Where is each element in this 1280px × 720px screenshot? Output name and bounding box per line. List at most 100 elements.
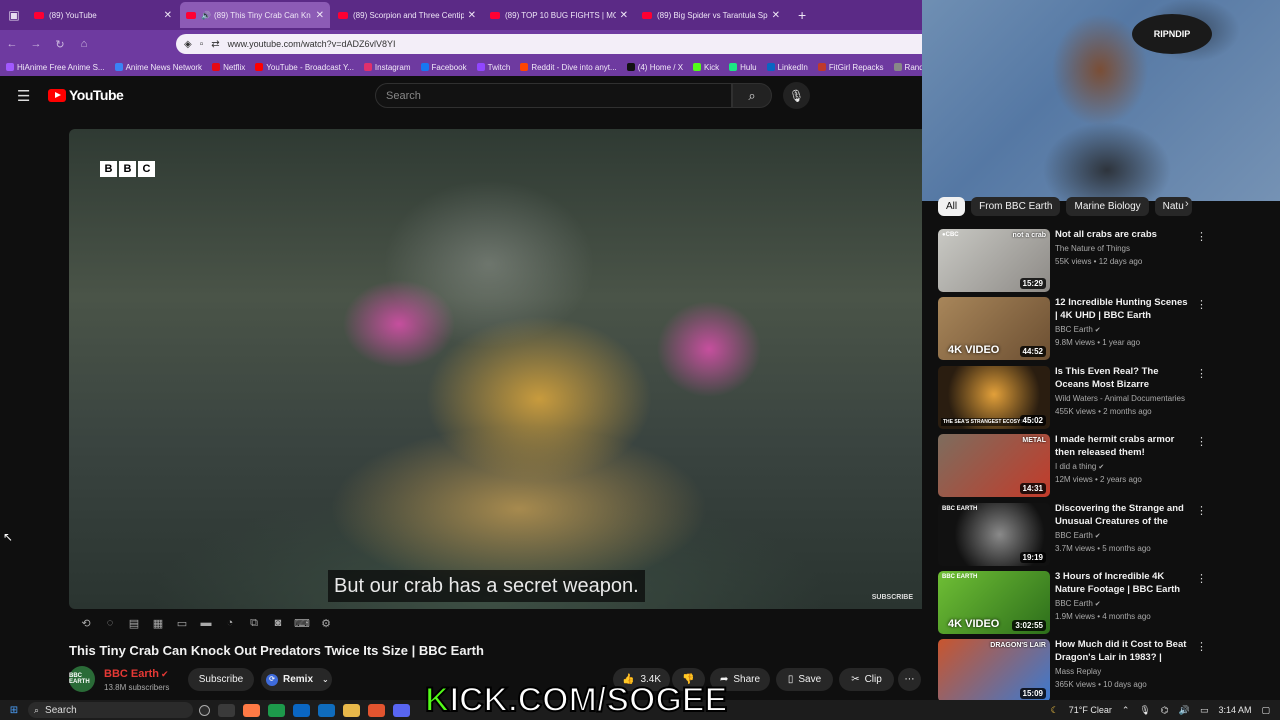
video-thumbnail[interactable]: ●CBC not a crab 15:29 <box>938 229 1050 292</box>
video-thumbnail[interactable]: 4K VIDEO 44:52 <box>938 297 1050 360</box>
weather-icon[interactable]: ☾ <box>1051 705 1059 716</box>
back-arrow-icon[interactable]: ← <box>0 38 24 50</box>
lock-icon[interactable]: ▫ <box>200 39 204 50</box>
recommended-video[interactable]: 4K VIDEO 44:52 12 Incredible Hunting Scene… <box>938 297 1208 361</box>
close-tab-icon[interactable]: ✕ <box>772 10 780 21</box>
bookmark-item[interactable]: FitGirl Repacks <box>817 63 884 72</box>
more-vertical-icon[interactable]: ⋮ <box>1196 640 1207 653</box>
recommended-video[interactable]: ●CBC not a crab 15:29 Not all crabs are cra… <box>938 229 1208 293</box>
bookmark-item[interactable]: Netflix <box>212 63 245 72</box>
subscribe-button[interactable]: Subscribe <box>188 668 254 691</box>
bookmark-item[interactable]: Hulu <box>729 63 757 72</box>
close-tab-icon[interactable]: ✕ <box>468 10 476 21</box>
more-vertical-icon[interactable]: ⋮ <box>1196 298 1207 311</box>
microphone-icon[interactable]: 🎙 <box>1139 705 1150 716</box>
tab[interactable]: (89) Scorpion and Three Centip ✕ <box>332 2 482 28</box>
recommended-video[interactable]: THE SEA'S STRANGEST ECOSYSTEM 45:02 Is Thi… <box>938 366 1208 430</box>
recommended-title[interactable]: Discovering the Strange and Unusual Crea… <box>1055 502 1191 529</box>
video-thumbnail[interactable]: BBC EARTH 19:19 <box>938 503 1050 566</box>
youtube-logo[interactable]: YouTube <box>48 87 124 103</box>
discord-icon[interactable] <box>393 703 410 717</box>
recommended-channel[interactable]: Mass Replay <box>1055 667 1195 676</box>
recommended-video[interactable]: BBC EARTH 4K VIDEO 3:02:55 3 Hours of Incre… <box>938 571 1208 635</box>
chip-marine-biology[interactable]: Marine Biology <box>1066 196 1149 216</box>
recommended-title[interactable]: 12 Incredible Hunting Scenes | 4K UHD | … <box>1055 296 1191 322</box>
task-view-icon[interactable] <box>218 703 235 717</box>
recommended-title[interactable]: How Much did it Cost to Beat Dragon's La… <box>1055 638 1191 665</box>
windows-start-icon[interactable]: ⊞ <box>0 705 28 716</box>
close-tab-icon[interactable]: ✕ <box>620 10 628 21</box>
tray-chevron-icon[interactable]: ⌃ <box>1122 705 1130 716</box>
popout-icon[interactable]: ⧉ <box>242 617 266 630</box>
recommended-title[interactable]: Is This Even Real? The Oceans Most Bizar… <box>1055 365 1191 392</box>
tab[interactable]: (89) YouTube ✕ <box>28 2 178 28</box>
more-vertical-icon[interactable]: ⋮ <box>1196 435 1207 448</box>
clock[interactable]: 3:14 AM <box>1218 705 1251 715</box>
volume-icon[interactable]: 🔊 <box>1179 705 1190 716</box>
recommended-video[interactable]: BBC EARTH 19:19 Discovering the Strange an… <box>938 503 1208 567</box>
outlook-icon[interactable] <box>318 703 335 717</box>
mini-player-icon[interactable]: ▬ <box>194 617 218 630</box>
weather-text[interactable]: 71°F Clear <box>1069 705 1112 715</box>
video-thumbnail[interactable]: THE SEA'S STRANGEST ECOSYSTEM 45:02 <box>938 366 1050 429</box>
firefox-icon[interactable] <box>243 703 260 717</box>
save-button[interactable]: ▯ Save <box>776 668 833 691</box>
video-thumbnail[interactable]: DRAGON'S LAIR 15:09 <box>938 639 1050 702</box>
video-thumbnail[interactable]: METAL 14:31 <box>938 434 1050 497</box>
settings-gear-icon[interactable]: ⚙ <box>314 617 338 630</box>
screenshot-icon[interactable]: ◙ <box>266 617 290 630</box>
channel-avatar[interactable]: BBC EARTH <box>69 666 95 692</box>
taskbar-search-input[interactable]: ⌕ Search <box>28 702 193 718</box>
recommended-channel[interactable]: BBC Earth ✔ <box>1055 325 1195 334</box>
recommended-channel[interactable]: I did a thing ✔ <box>1055 462 1195 471</box>
new-tab-button[interactable]: + <box>798 7 806 23</box>
tab[interactable]: (89) Big Spider vs Tarantula Spi ✕ <box>636 2 786 28</box>
more-vertical-icon[interactable]: ⋮ <box>1196 572 1207 585</box>
window-icon[interactable]: ▭ <box>170 617 194 630</box>
bookmark-item[interactable]: Twitch <box>476 63 510 72</box>
bookmark-item[interactable]: LinkedIn <box>766 63 808 72</box>
speed-icon[interactable]: ◔ <box>218 617 242 630</box>
chevron-right-icon[interactable]: › <box>1185 198 1189 210</box>
bookmark-item[interactable]: Reddit - Dive into anyt... <box>520 63 617 72</box>
reload-icon[interactable]: ↻ <box>48 38 72 51</box>
search-input[interactable]: Search <box>375 83 732 108</box>
more-vertical-icon[interactable]: ⋮ <box>1196 367 1207 380</box>
battery-icon[interactable]: ▭ <box>1200 705 1209 716</box>
playlist-icon[interactable]: ▤ <box>122 617 146 630</box>
more-actions-button[interactable]: ⋯ <box>898 668 921 691</box>
shield-icon[interactable]: ◈ <box>184 39 192 50</box>
more-vertical-icon[interactable]: ⋮ <box>1196 230 1207 243</box>
recommended-channel[interactable]: Wild Waters - Animal Documentaries <box>1055 394 1195 403</box>
bookmark-item[interactable]: YouTube - Broadcast Y... <box>255 63 354 72</box>
bookmark-item[interactable]: Facebook <box>420 63 467 72</box>
forward-arrow-icon[interactable]: → <box>24 38 48 50</box>
menu-icon[interactable]: ☰ <box>17 87 30 105</box>
voice-search-button[interactable]: 🎙 <box>783 82 810 109</box>
remix-button[interactable]: ⟳ Remix ⌄ <box>261 668 332 691</box>
bookmark-item[interactable]: Kick <box>693 63 719 72</box>
recommended-title[interactable]: Not all crabs are crabs <box>1055 228 1191 241</box>
chip-all[interactable]: All <box>938 196 966 216</box>
bookmark-item[interactable]: (4) Home / X <box>626 63 683 72</box>
recommended-title[interactable]: I made hermit crabs armor then released … <box>1055 433 1191 459</box>
bookmark-item[interactable]: HiAnime Free Anime S... <box>6 63 105 72</box>
bookmark-item[interactable]: Instagram <box>363 63 411 72</box>
recommended-video[interactable]: DRAGON'S LAIR 15:09 How Much did it Cost t… <box>938 639 1208 703</box>
network-icon[interactable]: ⌬ <box>1161 705 1169 716</box>
tab-active[interactable]: 🔊 (89) This Tiny Crab Can Kn ✕ <box>180 2 330 28</box>
tab-menu-icon[interactable]: ▣ <box>0 0 28 30</box>
search-button[interactable]: ⌕ <box>732 83 772 108</box>
browser-icon[interactable] <box>368 703 385 717</box>
app-icon[interactable] <box>293 703 310 717</box>
site-settings-icon[interactable]: ⇄ <box>211 39 219 50</box>
recommended-channel[interactable]: The Nature of Things <box>1055 244 1195 253</box>
clapper-icon[interactable]: ▦ <box>146 617 170 630</box>
recommended-video[interactable]: METAL 14:31 I made hermit crabs armor then… <box>938 434 1208 498</box>
clip-button[interactable]: ✂ Clip <box>839 668 894 691</box>
url-field[interactable]: ◈ ▫ ⇄ www.youtube.com/watch?v=dADZ6vlV8Y… <box>176 34 922 54</box>
keyboard-icon[interactable]: ⌨ <box>290 617 314 630</box>
loop-icon[interactable]: ⟲ <box>74 617 98 630</box>
channel-name[interactable]: BBC Earth ✔ <box>104 668 169 680</box>
home-icon[interactable]: ⌂ <box>72 38 96 50</box>
